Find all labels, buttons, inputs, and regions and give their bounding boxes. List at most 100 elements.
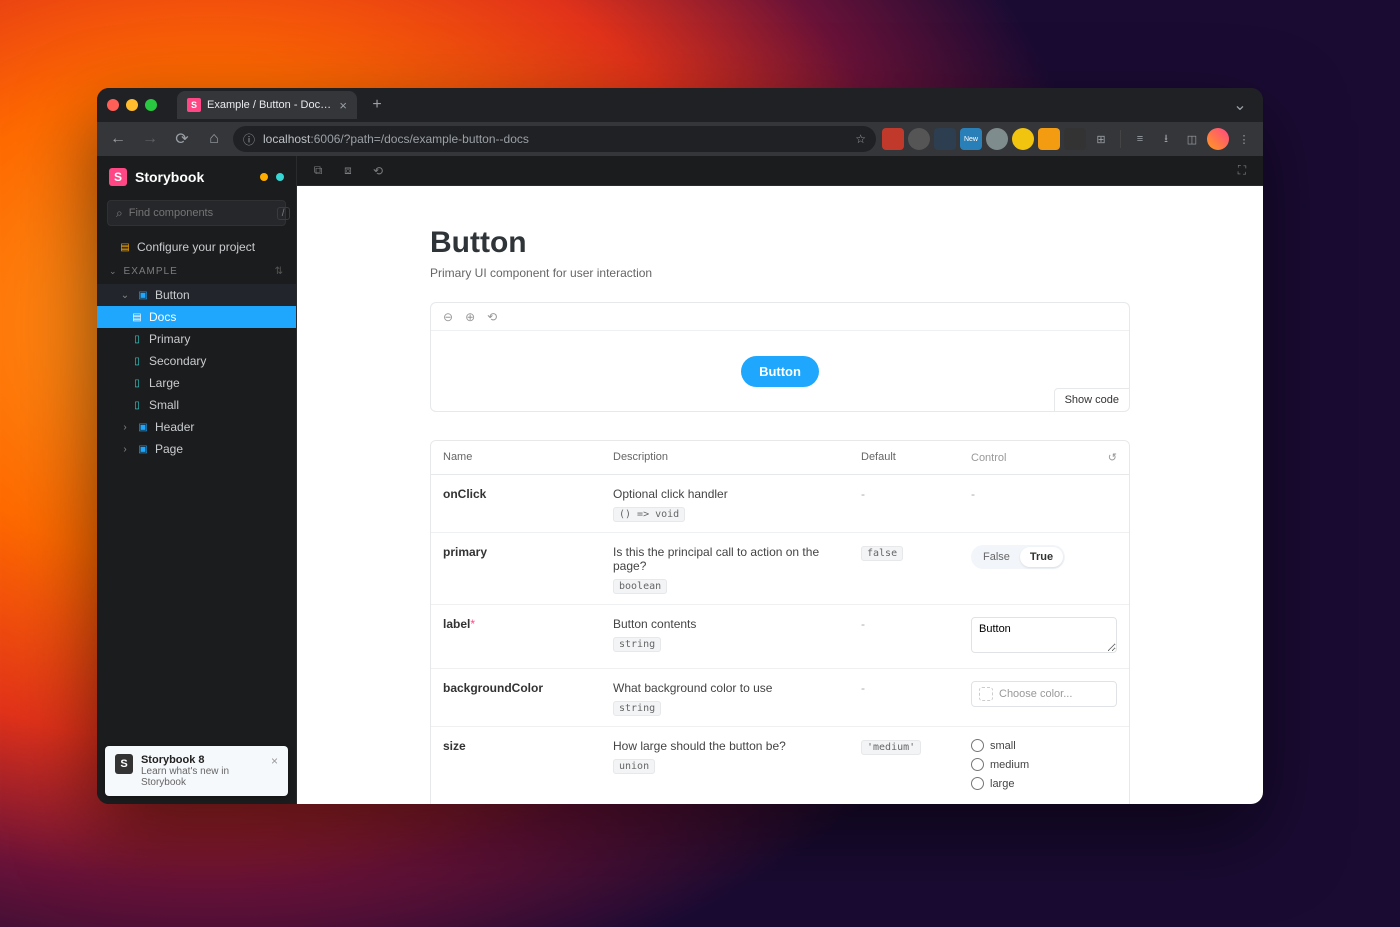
tab-overflow-icon[interactable]: ⌄ bbox=[1227, 92, 1253, 118]
remount-icon[interactable]: ⟲ bbox=[369, 162, 387, 180]
new-tab-button[interactable]: + bbox=[365, 93, 389, 117]
story-icon: ▯ bbox=[131, 399, 143, 411]
required-marker-icon: * bbox=[470, 617, 475, 631]
sidebar-item-button-docs[interactable]: ▤ Docs bbox=[97, 306, 296, 328]
arg-row-primary: primary Is this the principal call to ac… bbox=[431, 533, 1129, 605]
sidebar-item-label: Configure your project bbox=[137, 240, 255, 254]
chrome-menu-icon[interactable]: ⋮ bbox=[1233, 128, 1255, 150]
args-table: Name Description Default Control ↺ onCli… bbox=[430, 440, 1130, 804]
sidebar-item-page[interactable]: › ▣ Page bbox=[97, 438, 296, 460]
sidebar-item-label: Large bbox=[149, 376, 180, 390]
sidebar-item-label: Docs bbox=[149, 310, 176, 324]
back-button[interactable]: ← bbox=[105, 126, 131, 152]
show-code-button[interactable]: Show code bbox=[1054, 388, 1130, 412]
sidebar-item-label: Header bbox=[155, 420, 194, 434]
sort-icon[interactable]: ⇅ bbox=[275, 266, 284, 277]
zoom-reset-icon[interactable]: ⟲ bbox=[487, 310, 497, 324]
sidepanel-icon[interactable]: ◫ bbox=[1181, 128, 1203, 150]
arg-row-label: label* Button contents string - bbox=[431, 605, 1129, 669]
search-input[interactable]: ⌕ / bbox=[107, 200, 286, 226]
component-icon: ▣ bbox=[137, 443, 149, 455]
tab-title: Example / Button - Docs · St… bbox=[207, 99, 333, 111]
radio-option[interactable]: large bbox=[971, 777, 1117, 790]
col-control: Control ↺ bbox=[959, 441, 1129, 474]
search-shortcut-badge: / bbox=[277, 207, 290, 220]
extensions-menu-icon[interactable]: ⊞ bbox=[1090, 128, 1112, 150]
control-boolean-toggle[interactable]: False True bbox=[971, 545, 1065, 569]
browser-tab[interactable]: S Example / Button - Docs · St… × bbox=[177, 91, 357, 119]
color-swatch-icon bbox=[979, 687, 993, 701]
col-description: Description bbox=[601, 441, 849, 474]
fullscreen-icon[interactable]: ⛶ bbox=[1233, 162, 1251, 180]
control-text-input[interactable] bbox=[971, 617, 1117, 653]
reload-button[interactable]: ⟳ bbox=[169, 126, 195, 152]
close-tab-icon[interactable]: × bbox=[339, 98, 347, 113]
document-icon: ▤ bbox=[119, 241, 131, 253]
sidebar-item-button-small[interactable]: ▯ Small bbox=[97, 394, 296, 416]
storybook-logo-icon: S bbox=[109, 168, 127, 186]
extension-icon[interactable] bbox=[1012, 128, 1034, 150]
sidebar-item-label: Secondary bbox=[149, 354, 206, 368]
page-title: Button bbox=[430, 226, 1130, 260]
arg-row-onclick: onClick Optional click handler () => voi… bbox=[431, 475, 1129, 533]
notification-title: Storybook 8 bbox=[141, 754, 263, 766]
notification-dot-icon[interactable] bbox=[260, 173, 268, 181]
bookmark-icon[interactable]: ☆ bbox=[855, 132, 866, 146]
extension-icon[interactable] bbox=[934, 128, 956, 150]
sidebar-item-button-primary[interactable]: ▯ Primary bbox=[97, 328, 296, 350]
close-window-icon[interactable] bbox=[107, 99, 119, 111]
browser-window: S Example / Button - Docs · St… × + ⌄ ← … bbox=[97, 88, 1263, 804]
zoom-out-icon[interactable]: ⊖ bbox=[443, 310, 453, 324]
site-info-icon[interactable]: ⓘ bbox=[243, 131, 255, 148]
zoom-in-icon[interactable]: ⊕ bbox=[465, 310, 475, 324]
close-icon[interactable]: × bbox=[271, 754, 278, 768]
profile-avatar-icon[interactable] bbox=[1207, 128, 1229, 150]
extension-icon[interactable]: New bbox=[960, 128, 982, 150]
forward-button[interactable]: → bbox=[137, 126, 163, 152]
extension-icon[interactable] bbox=[882, 128, 904, 150]
sample-button[interactable]: Button bbox=[741, 356, 819, 387]
shortcuts-icon[interactable] bbox=[276, 173, 284, 181]
sidebar-toggle-icon[interactable]: ⧉ bbox=[309, 162, 327, 180]
extension-icon[interactable] bbox=[1064, 128, 1086, 150]
sidebar-item-button[interactable]: ⌄ ▣ Button bbox=[97, 284, 296, 306]
toolbar-toggle-icon[interactable]: ⧈ bbox=[339, 162, 357, 180]
sidebar-item-configure[interactable]: ▤ Configure your project bbox=[97, 236, 296, 258]
story-icon: ▯ bbox=[131, 377, 143, 389]
sidebar-item-header[interactable]: › ▣ Header bbox=[97, 416, 296, 438]
docs-canvas[interactable]: Button Primary UI component for user int… bbox=[297, 186, 1263, 804]
address-bar[interactable]: ⓘ localhost:6006/?path=/docs/example-but… bbox=[233, 126, 876, 152]
extension-icon[interactable] bbox=[986, 128, 1008, 150]
component-icon: ▣ bbox=[137, 289, 149, 301]
search-icon: ⌕ bbox=[116, 206, 123, 221]
extensions-tray: New ⊞ ≡ ⭳ ◫ ⋮ bbox=[882, 128, 1255, 150]
document-icon: ▤ bbox=[131, 311, 143, 323]
extension-icon[interactable] bbox=[908, 128, 930, 150]
media-icon[interactable]: ≡ bbox=[1129, 128, 1151, 150]
chevron-right-icon: › bbox=[119, 443, 131, 455]
extension-icon[interactable] bbox=[1038, 128, 1060, 150]
downloads-icon[interactable]: ⭳ bbox=[1155, 128, 1177, 150]
storybook-brand[interactable]: S Storybook bbox=[97, 156, 296, 196]
control-color-picker[interactable]: Choose color... bbox=[971, 681, 1117, 707]
storybook-sidebar: S Storybook ⌕ / ▤ Configure your project bbox=[97, 156, 297, 804]
window-controls bbox=[107, 99, 157, 111]
storybook-main: ⧉ ⧈ ⟲ ⛶ Button Primary UI component for … bbox=[297, 156, 1263, 804]
sidebar-item-label: Small bbox=[149, 398, 179, 412]
sidebar-item-button-large[interactable]: ▯ Large bbox=[97, 372, 296, 394]
radio-option[interactable]: small bbox=[971, 739, 1117, 752]
maximize-window-icon[interactable] bbox=[145, 99, 157, 111]
minimize-window-icon[interactable] bbox=[126, 99, 138, 111]
search-field[interactable] bbox=[129, 207, 271, 219]
storybook-logo-icon: S bbox=[115, 754, 133, 774]
sidebar-item-button-secondary[interactable]: ▯ Secondary bbox=[97, 350, 296, 372]
sidebar-section-example[interactable]: ⌄ EXAMPLE ⇅ bbox=[97, 258, 296, 284]
storybook-title: Storybook bbox=[135, 169, 204, 185]
chevron-right-icon: › bbox=[119, 421, 131, 433]
sidebar-item-label: Primary bbox=[149, 332, 190, 346]
home-button[interactable]: ⌂ bbox=[201, 126, 227, 152]
radio-option[interactable]: medium bbox=[971, 758, 1117, 771]
whats-new-notification[interactable]: S Storybook 8 Learn what's new in Storyb… bbox=[105, 746, 288, 796]
reset-controls-icon[interactable]: ↺ bbox=[1108, 451, 1117, 464]
sidebar-item-label: Page bbox=[155, 442, 183, 456]
